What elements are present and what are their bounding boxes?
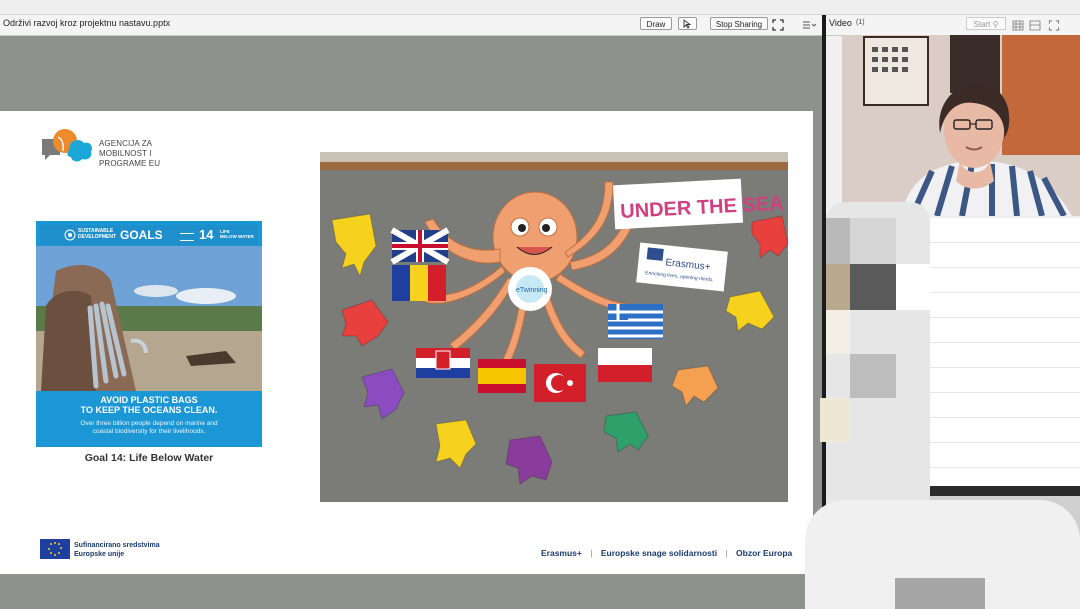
pixel-block <box>850 264 896 310</box>
video-feed <box>842 35 1080 218</box>
card-headline-2: TO KEEP THE OCEANS CLEAN. <box>80 405 218 415</box>
sdg-caption: Goal 14: Life Below Water <box>84 452 214 464</box>
card-body-1: Over three billion people depend on mari… <box>80 420 218 427</box>
participant-video <box>842 35 1080 218</box>
pixel-block <box>820 398 850 442</box>
sdg-header: SUSTAINABLE DEVELOPMENT GOALS 14 LIFE BE… <box>40 225 258 245</box>
video-start-button[interactable]: Start ⚲ <box>966 17 1006 30</box>
pixel-block <box>895 578 985 609</box>
pixel-block <box>826 310 850 354</box>
org-name-line2: MOBILNOST I <box>99 149 152 158</box>
org-name-line1: AGENCIJA ZA <box>99 139 153 148</box>
draw-button[interactable]: Draw <box>640 17 672 30</box>
footer-link-horizon[interactable]: Obzor Europa <box>736 548 792 558</box>
class-photo: UNDER THE SEA Erasmus+ Enriching lives, … <box>320 152 788 502</box>
video-header: Video (1) Start ⚲ <box>826 15 1080 36</box>
sdg-card: SUSTAINABLE DEVELOPMENT GOALS 14 LIFE BE… <box>36 221 262 447</box>
pixel-block <box>896 264 930 310</box>
presentation-title: Održivi razvoj kroz projektnu nastavu.pp… <box>3 18 171 28</box>
fullscreen-icon <box>772 19 784 31</box>
grid-view-button[interactable] <box>1012 18 1024 31</box>
sdg-number: 14 <box>199 227 214 242</box>
video-count: (1) <box>856 19 865 26</box>
flag-romania <box>392 265 446 301</box>
expand-icon <box>1048 20 1060 31</box>
menu-icon <box>803 21 817 29</box>
pixel-block <box>826 264 850 310</box>
top-strip <box>0 0 1080 15</box>
flag-greece <box>608 304 663 339</box>
footer-link-solidarity[interactable]: Europske snage solidarnosti <box>601 548 717 558</box>
fullscreen-button[interactable] <box>772 18 786 31</box>
org-name-line3: PROGRAME EU <box>99 159 161 168</box>
flag-croatia <box>416 348 470 378</box>
wave-icon <box>180 233 194 241</box>
pixel-block <box>850 218 896 264</box>
video-title: Video <box>829 18 852 28</box>
footer-link-erasmus[interactable]: Erasmus+ <box>541 548 582 558</box>
video-fullscreen-button[interactable] <box>1048 18 1060 31</box>
sdg-num-label-2: BELOW WATER <box>220 234 254 239</box>
slide: AGENCIJA ZA MOBILNOST I PROGRAME EU SUST… <box>0 111 813 574</box>
pres-menu-button[interactable] <box>801 18 817 30</box>
flag-spain <box>478 359 526 393</box>
sdg-small-2: DEVELOPMENT <box>78 234 117 240</box>
un-logo-icon <box>64 229 76 241</box>
class-photo-art: UNDER THE SEA Erasmus+ Enriching lives, … <box>320 152 788 485</box>
stop-sharing-button[interactable]: Stop Sharing <box>710 17 768 30</box>
pixel-block <box>826 218 850 264</box>
grid-view-icon <box>1012 20 1024 31</box>
etwinning-logo-text: eTwinning <box>516 287 548 294</box>
card-headline-1: AVOID PLASTIC BAGS <box>100 395 198 405</box>
eu-cofunded-line2: Europske unije <box>74 551 125 558</box>
flag-turkey <box>534 364 586 402</box>
agency-logo <box>42 129 93 162</box>
eu-cofunded-line1: Sufinancirano sredstvima <box>74 542 160 549</box>
list-view-button[interactable] <box>1029 18 1041 31</box>
pixel-block <box>850 354 896 398</box>
start-label: Start <box>973 20 991 29</box>
list-view-icon <box>1029 20 1041 31</box>
flag-uk <box>390 227 450 265</box>
eu-flag-icon <box>40 539 70 559</box>
fisherman-photo <box>36 246 262 391</box>
card-body-2: coastal biodiversity for their livelihoo… <box>92 428 206 435</box>
sdg-goals-word: GOALS <box>120 228 163 242</box>
pointer-button[interactable] <box>678 17 697 30</box>
pointer-icon <box>683 19 692 29</box>
flag-poland <box>598 348 652 382</box>
